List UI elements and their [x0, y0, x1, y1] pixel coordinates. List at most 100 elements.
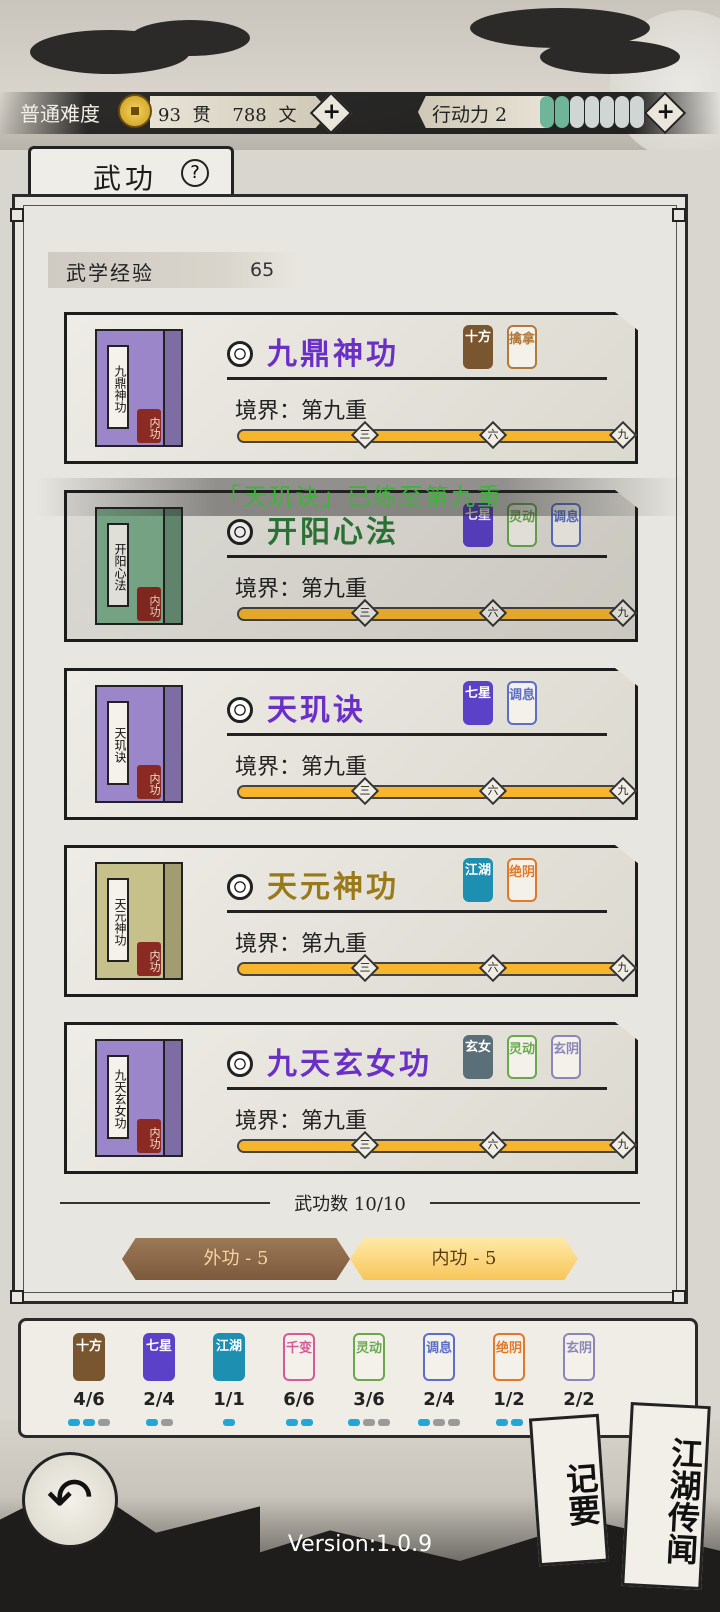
- skill-book-icon: 天元神功 内功: [95, 862, 183, 980]
- trait-item[interactable]: 绝阴 1/2: [479, 1329, 539, 1429]
- martial-arts-tab[interactable]: 武功 ?: [28, 146, 234, 199]
- energy-pip: [555, 96, 569, 128]
- realm-marker: 三: [350, 776, 380, 806]
- book-spine: [163, 509, 181, 623]
- cloud-decoration: [540, 40, 680, 74]
- trait-progress-dot: [363, 1419, 375, 1426]
- skill-trait-tag[interactable]: 绝阴: [507, 858, 537, 902]
- trait-progress-dot: [418, 1419, 430, 1426]
- trait-tag: 玄阴: [563, 1333, 595, 1381]
- legends-button[interactable]: 江湖传闻: [621, 1402, 711, 1590]
- corner-ornament: [10, 1290, 24, 1304]
- card-divider: [227, 377, 607, 380]
- energy-pip: [570, 96, 584, 128]
- guan-unit: 贯: [192, 105, 211, 126]
- trait-count: 4/6: [73, 1389, 105, 1410]
- skill-book-icon: 天玑诀 内功: [95, 685, 183, 803]
- difficulty-label: 普通难度: [20, 102, 100, 126]
- trait-progress-dot: [510, 1419, 523, 1426]
- status-hud: 普通难度 93 贯 788 文 + 行动力 2 +: [0, 91, 720, 135]
- skill-realm: 境界：第九重: [235, 1109, 368, 1134]
- outer-skill-filter-button[interactable]: 外功 - 5: [122, 1238, 350, 1280]
- trait-count: 3/6: [353, 1389, 385, 1410]
- book-seal: 内功: [137, 765, 161, 799]
- energy-pip: [615, 96, 629, 128]
- skill-card[interactable]: 九天玄女功 内功 九天玄女功 玄女 灵动 玄阴 境界：第九重 三 六 九: [64, 1022, 638, 1174]
- realm-marker-label: 三: [359, 428, 371, 441]
- realm-progress-fill: [239, 609, 625, 619]
- trait-count: 6/6: [283, 1389, 315, 1410]
- skill-count: 武功数 10/10: [294, 1194, 406, 1215]
- skill-trait-tag[interactable]: 江湖: [463, 858, 493, 902]
- realm-marker: 六: [478, 1130, 508, 1160]
- version-label: Version:1.0.9: [287, 1532, 433, 1557]
- realm-marker: 九: [608, 953, 638, 983]
- card-divider: [227, 1087, 607, 1090]
- skill-name: 天元神功: [267, 870, 399, 905]
- trait-item[interactable]: 灵动 3/6: [339, 1329, 399, 1429]
- plus-icon: +: [656, 99, 675, 125]
- card-divider: [227, 733, 607, 736]
- skill-name: 九鼎神功: [267, 337, 399, 372]
- trait-progress-dot: [300, 1419, 313, 1426]
- skill-trait-tag[interactable]: 擒拿: [507, 325, 537, 369]
- skill-card[interactable]: 九鼎神功 内功 九鼎神功 十方 擒拿 境界：第九重 三 六 九: [64, 312, 638, 464]
- notification-toast: 「天玑诀」已练至第九重: [0, 478, 720, 516]
- skill-trait-tag[interactable]: 十方: [463, 325, 493, 369]
- skill-realm: 境界：第九重: [235, 399, 368, 424]
- experience-label: 武学经验: [66, 261, 154, 285]
- realm-marker: 九: [608, 776, 638, 806]
- swirl-icon: [227, 874, 253, 900]
- realm-marker: 三: [350, 420, 380, 450]
- trait-item[interactable]: 十方 4/6: [59, 1329, 119, 1429]
- skill-trait-tag[interactable]: 灵动: [507, 1035, 537, 1079]
- swirl-icon: [227, 697, 253, 723]
- trait-item[interactable]: 千变 6/6: [269, 1329, 329, 1429]
- realm-marker: 六: [478, 776, 508, 806]
- realm-marker: 九: [608, 598, 638, 628]
- trait-tag: 七星: [143, 1333, 175, 1381]
- trait-item[interactable]: 玄阴 2/2: [549, 1329, 609, 1429]
- help-icon[interactable]: ?: [181, 159, 209, 187]
- realm-marker-label: 九: [617, 428, 629, 441]
- realm-progress-fill: [239, 431, 625, 441]
- divider-line: [430, 1202, 640, 1204]
- trait-progress-dot: [68, 1419, 80, 1426]
- guan-value: 93: [158, 105, 181, 126]
- card-divider: [227, 910, 607, 913]
- trait-progress: [205, 1419, 253, 1427]
- swirl-icon: [227, 341, 253, 367]
- wen-value: 788: [232, 105, 267, 126]
- trait-item[interactable]: 七星 2/4: [129, 1329, 189, 1429]
- trait-progress-dot: [348, 1419, 360, 1426]
- skill-trait-tag[interactable]: 玄女: [463, 1035, 493, 1079]
- book-spine: [163, 687, 181, 801]
- energy-pip: [585, 96, 599, 128]
- trait-progress: [345, 1419, 393, 1427]
- trait-progress: [135, 1419, 183, 1427]
- realm-marker-label: 六: [487, 961, 499, 974]
- card-divider: [227, 555, 607, 558]
- realm-marker-label: 三: [359, 1138, 371, 1151]
- book-seal: 内功: [137, 1119, 161, 1153]
- trait-tag: 十方: [73, 1333, 105, 1381]
- realm-progress-bar: 三六九: [237, 1130, 638, 1160]
- inner-skill-filter-button[interactable]: 内功 - 5: [350, 1238, 578, 1280]
- skill-trait-tag[interactable]: 调息: [507, 681, 537, 725]
- skill-trait-tag[interactable]: 七星: [463, 681, 493, 725]
- trait-progress-dot: [448, 1419, 460, 1426]
- energy-pip: [600, 96, 614, 128]
- skill-card[interactable]: 天玑诀 内功 天玑诀 七星 调息 境界：第九重 三 六 九: [64, 668, 638, 820]
- book-title: 九天玄女功: [107, 1055, 129, 1139]
- cloud-decoration: [130, 20, 250, 56]
- book-title: 天元神功: [107, 878, 129, 962]
- trait-item[interactable]: 调息 2/4: [409, 1329, 469, 1429]
- realm-marker-label: 九: [617, 784, 629, 797]
- skill-trait-tag[interactable]: 玄阴: [551, 1035, 581, 1079]
- divider-line: [60, 1202, 270, 1204]
- swirl-icon: [227, 1051, 253, 1077]
- realm-marker-label: 三: [359, 784, 371, 797]
- realm-progress-bar: 三六九: [237, 953, 638, 983]
- skill-card[interactable]: 天元神功 内功 天元神功 江湖 绝阴 境界：第九重 三 六 九: [64, 845, 638, 997]
- trait-item[interactable]: 江湖 1/1: [199, 1329, 259, 1429]
